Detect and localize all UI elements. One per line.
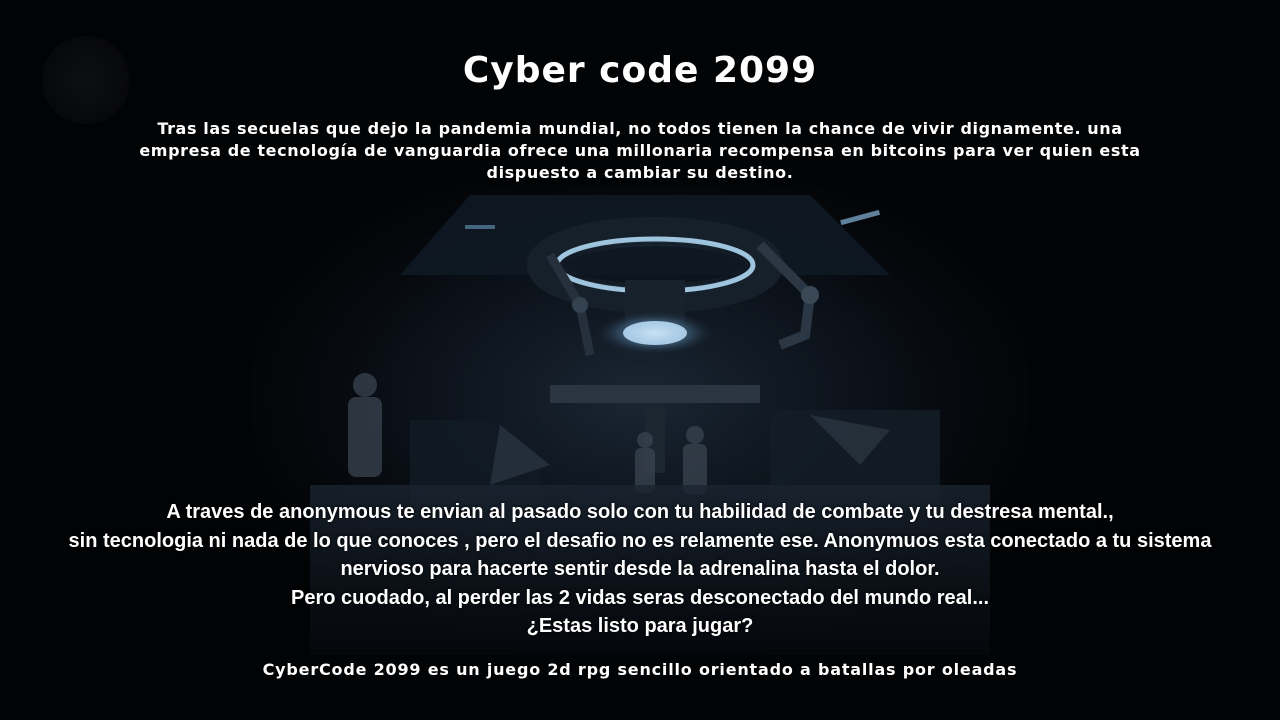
story-line: nervioso para hacerte sentir desde la ad…: [340, 558, 940, 580]
intro-line: dispuesto a cambiar su destino.: [486, 163, 794, 182]
game-intro-screen: Cyber code 2099 Tras las secuelas que de…: [0, 0, 1280, 720]
intro-line: Tras las secuelas que dejo la pandemia m…: [157, 119, 1123, 138]
story-paragraph: A traves de anonymous te envian al pasad…: [0, 498, 1280, 641]
story-question: ¿Estas listo para jugar?: [526, 615, 754, 637]
story-line: A traves de anonymous te envian al pasad…: [166, 501, 1114, 523]
game-title: Cyber code 2099: [462, 50, 818, 91]
intro-line: empresa de tecnología de vanguardia ofre…: [139, 141, 1141, 160]
story-line: Pero cuodado, al perder las 2 vidas sera…: [290, 586, 990, 609]
story-line: sin tecnologia ni nada de lo que conoces…: [68, 529, 1212, 552]
intro-paragraph: Tras las secuelas que dejo la pandemia m…: [60, 118, 1220, 184]
game-description-footer: CyberCode 2099 es un juego 2d rpg sencil…: [262, 660, 1018, 679]
